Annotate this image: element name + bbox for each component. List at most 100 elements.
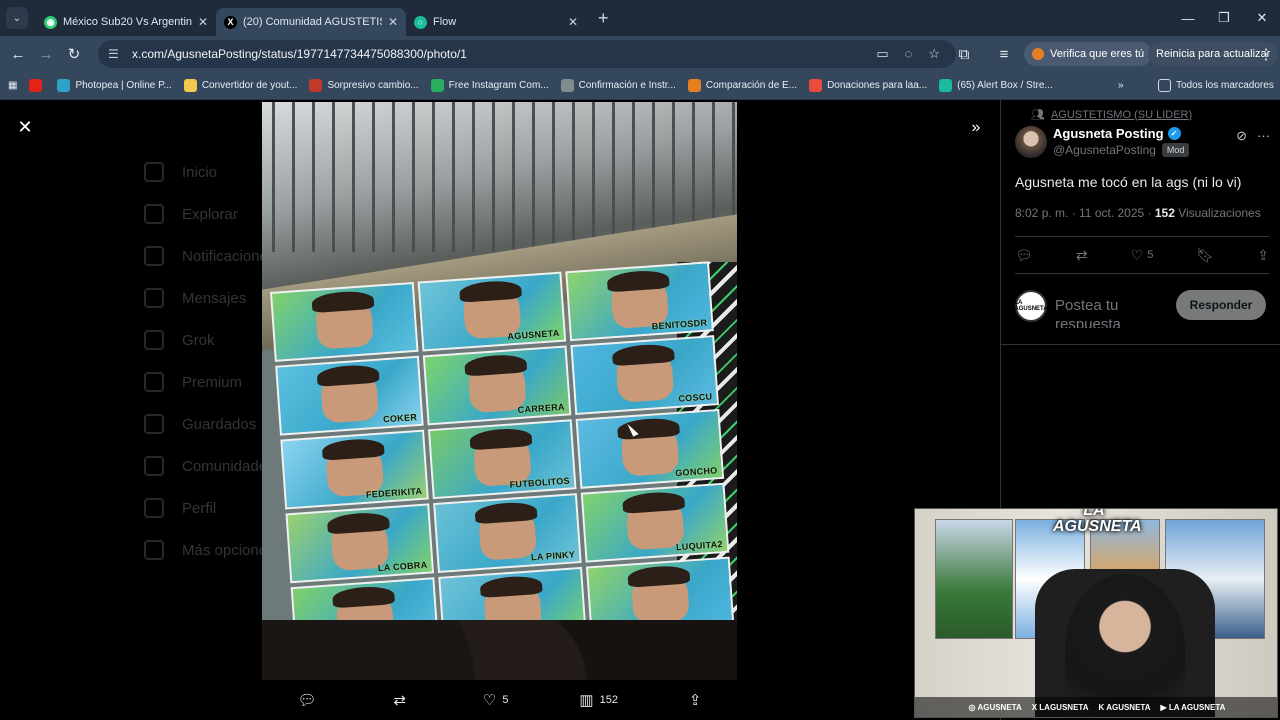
verified-icon: ✓: [1167, 127, 1181, 140]
all-bookmarks[interactable]: Todos los marcadores: [1158, 79, 1274, 92]
nav-icon: [144, 414, 164, 434]
nav-item: Perfil: [144, 498, 216, 518]
back-icon[interactable]: ←: [4, 40, 32, 68]
bookmark-favicon-icon: [939, 79, 953, 92]
tab-mexico-argentina[interactable]: ◉ México Sub20 Vs Argentina Sub ✕: [36, 8, 216, 36]
nav-item: Inicio: [144, 162, 217, 182]
tab-flow[interactable]: ○ Flow ✕: [406, 8, 586, 36]
apps-icon[interactable]: ▦: [8, 80, 17, 91]
repost-action[interactable]: ⇄: [393, 691, 412, 709]
close-tab-icon[interactable]: ✕: [388, 15, 398, 29]
community-icon: 👥︎: [1031, 109, 1045, 121]
reply-input[interactable]: Postea tu respuesta: [1055, 296, 1175, 328]
nav-label: Premium: [182, 373, 243, 391]
instagram-handle: ◎ AGUSNETA: [968, 702, 1022, 712]
browser-menu-icon[interactable]: ⋮: [1252, 40, 1280, 68]
author-handle[interactable]: @AgusnetaPosting Mod: [1053, 143, 1190, 157]
bookmarks-bar: ▦ Photopea | Online P... Convertidor de y…: [0, 72, 1280, 100]
tab-title: Flow: [433, 16, 457, 28]
community-label[interactable]: 👥︎ AGUSTETISMO (SU LIDER): [1031, 108, 1192, 122]
youtube-bookmark[interactable]: [29, 79, 47, 92]
close-photo-icon[interactable]: ✕: [14, 116, 36, 138]
reply-action[interactable]: 💬︎: [297, 691, 322, 709]
bookmark-favicon-icon: [309, 79, 323, 92]
tab-search-button[interactable]: ⌄: [6, 7, 28, 29]
more-options-icon[interactable]: ···: [1257, 128, 1270, 144]
more-bookmarks-icon[interactable]: »: [1118, 80, 1124, 91]
bookmark-item[interactable]: (65) Alert Box / Stre...: [939, 79, 1053, 92]
collapse-panel-icon[interactable]: »: [964, 116, 988, 140]
tab-comunidad[interactable]: X (20) Comunidad AGUSTETISMO ✕: [216, 8, 406, 36]
railing-bar: [472, 102, 475, 252]
site-info-icon[interactable]: ☰: [108, 47, 124, 61]
bookmark-favicon-icon: [809, 79, 823, 92]
nav-item: Mensajes: [144, 288, 246, 308]
bookmark-label: Free Instagram Com...: [448, 80, 549, 91]
railing-bar: [432, 102, 435, 252]
bookmark-star-icon[interactable]: ☆: [928, 46, 940, 62]
minimize-icon[interactable]: —: [1170, 0, 1206, 36]
close-window-icon[interactable]: ✕: [1244, 0, 1280, 36]
social-label: AGUSNETA: [1106, 702, 1151, 712]
railing-bar: [352, 102, 355, 252]
views-action[interactable]: ▥ 152: [579, 691, 618, 709]
post-photo[interactable]: AGUSNETA BENITOSDR COKER CARRERA COSCU FEDERI…: [262, 102, 737, 680]
creator-tile: FEDERIKITA: [280, 429, 429, 510]
cast-icon[interactable]: ▭: [876, 46, 888, 62]
bookmark-label: Confirmación e Instr...: [578, 80, 676, 91]
verify-button[interactable]: Verifica que eres tú: [1024, 42, 1153, 66]
bookmark-item[interactable]: Photopea | Online P...: [57, 79, 172, 92]
extensions-icon[interactable]: ⧉: [950, 40, 978, 68]
bookmark-label: Convertidor de yout...: [201, 80, 298, 91]
post-time[interactable]: 8:02 p. m. · 11 oct. 2025 ·: [1015, 206, 1155, 220]
bookmark-label: Sorpresivo cambio...: [327, 80, 419, 91]
bookmark-item[interactable]: Free Instagram Com...: [430, 79, 549, 92]
restore-icon[interactable]: ❐: [1206, 0, 1242, 36]
bookmark-favicon-icon: [57, 79, 71, 92]
eye-off-icon[interactable]: ◌: [905, 46, 913, 62]
bookmark-icon[interactable]: 🔖︎: [1196, 247, 1214, 264]
share-icon[interactable]: ⇪: [1257, 247, 1269, 264]
handle-text: @AgusnetaPosting: [1053, 143, 1156, 157]
creator-tile: LA COBRA: [285, 503, 435, 584]
bookmark-favicon-icon: [183, 79, 197, 92]
bookmark-item[interactable]: Confirmación e Instr...: [560, 79, 676, 92]
reply-icon[interactable]: 💬︎: [1015, 247, 1033, 264]
bookmark-item[interactable]: Comparación de E...: [687, 79, 797, 92]
reading-list-icon[interactable]: ≡: [990, 40, 1018, 68]
nav-item: Guardados: [144, 414, 256, 434]
share-action[interactable]: ⇪: [689, 691, 702, 709]
kick-handle: K AGUSNETA: [1098, 702, 1151, 712]
author-name[interactable]: Agusneta Posting ✓: [1053, 126, 1181, 141]
like-action[interactable]: ♡ 5: [1131, 247, 1154, 264]
address-bar[interactable]: ☰ x.com/AgusnetaPosting/status/197714773…: [98, 40, 956, 68]
close-tab-icon[interactable]: ✕: [568, 15, 578, 29]
nav-icon: [144, 204, 164, 224]
reply-button[interactable]: Responder: [1176, 290, 1266, 320]
social-label: LA AGUSNETA: [1168, 702, 1226, 712]
creator-tile: BENITOSDR: [565, 261, 714, 342]
reload-icon[interactable]: ↻: [60, 40, 88, 68]
photo-viewer: Inicio Explorar Notificaciones Mensajes Grok…: [0, 100, 1280, 720]
post-action-bar: 💬︎ ⇄ ♡ 5 🔖︎ ⇪: [1015, 236, 1269, 274]
author-avatar[interactable]: [1015, 126, 1047, 158]
close-tab-icon[interactable]: ✕: [198, 15, 208, 29]
creator-tile: GONCHO: [575, 408, 725, 489]
nav-label: Perfil: [182, 499, 217, 517]
bookmark-item[interactable]: Donaciones para laa...: [809, 79, 927, 92]
railing-bar: [332, 102, 335, 252]
bookmark-item[interactable]: Sorpresivo cambio...: [309, 79, 419, 92]
grok-icon[interactable]: ⊘: [1236, 128, 1247, 144]
railing-bar: [292, 102, 295, 252]
forward-icon[interactable]: →: [32, 40, 60, 68]
like-action[interactable]: ♡ 5: [483, 691, 509, 709]
repost-icon[interactable]: ⇄: [1076, 247, 1088, 264]
creator-name: AGUSNETA: [507, 327, 560, 342]
stadium-poster: [935, 519, 1013, 639]
analytics-icon: ▥: [579, 692, 594, 709]
new-tab-button[interactable]: +: [598, 8, 609, 29]
nav-icon: [144, 372, 164, 392]
webcam-overlay: LA AGUSNETA ◎ AGUSNETA X LAGUSNETA K AGU…: [914, 508, 1278, 718]
bookmark-item[interactable]: Convertidor de yout...: [183, 79, 298, 92]
tab-title: México Sub20 Vs Argentina Sub: [63, 16, 192, 28]
